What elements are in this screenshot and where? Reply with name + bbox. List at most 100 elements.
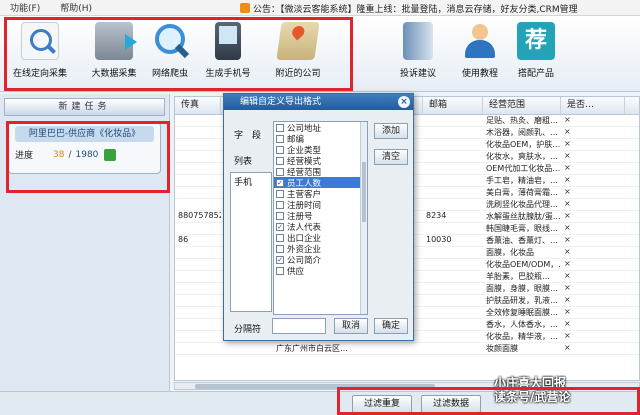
table-cell: × xyxy=(564,115,571,124)
table-cell: × xyxy=(564,163,571,172)
table-cell xyxy=(175,187,221,198)
table-cell: × xyxy=(564,307,571,316)
field-option[interactable]: 注册号 xyxy=(274,210,367,222)
table-cell xyxy=(175,259,221,270)
ok-button[interactable]: 确定 xyxy=(374,318,408,334)
table-cell: 韩国睫毛膏，眼线… xyxy=(486,224,558,233)
table-cell: 面膜，化妆品 xyxy=(486,248,534,257)
separator-label: 分隔符 xyxy=(234,325,262,335)
clear-button[interactable]: 清空 xyxy=(374,149,408,165)
checkbox[interactable] xyxy=(276,211,284,220)
table-cell: 86 xyxy=(178,235,189,244)
add-button[interactable]: 添加 xyxy=(374,123,408,139)
checkbox[interactable] xyxy=(276,200,284,209)
field-option[interactable]: ✓ 公司简介 xyxy=(274,254,367,266)
field-option[interactable]: 公司地址 xyxy=(274,122,367,134)
table-cell: × xyxy=(564,295,571,304)
table-cell xyxy=(221,343,273,354)
table-cell: 8234 xyxy=(426,211,447,220)
checkbox[interactable] xyxy=(276,156,284,165)
list-entry: 手机 xyxy=(234,178,253,188)
table-cell: × xyxy=(564,151,571,160)
table-cell: 面膜，身膜，眼膜… xyxy=(486,284,558,293)
checkbox[interactable] xyxy=(276,189,284,198)
table-cell xyxy=(423,307,483,318)
new-task-button[interactable]: 新建任务 xyxy=(4,98,165,116)
export-format-dialog: 编辑自定义导出格式 × 字 段 列表 手机 公司地址 邮编 企业类型 经营模式 经营范围… xyxy=(223,93,414,341)
table-cell xyxy=(423,151,483,162)
toolbar-feedback-button[interactable]: 投诉建议 xyxy=(384,22,452,79)
field-scrollbar[interactable] xyxy=(360,122,367,314)
field-option[interactable]: 企业类型 xyxy=(274,144,367,156)
table-cell xyxy=(175,343,221,354)
user-icon xyxy=(461,22,499,60)
table-cell xyxy=(423,115,483,126)
highlight-box xyxy=(6,121,170,193)
toolbar-label: 投诉建议 xyxy=(399,69,436,79)
export-list-box[interactable]: 手机 xyxy=(230,172,272,312)
column-header[interactable]: 是否… xyxy=(561,97,625,114)
checkbox[interactable] xyxy=(276,145,284,154)
field-option[interactable]: 经营范围 xyxy=(274,166,367,178)
table-cell: × xyxy=(564,271,571,280)
table-cell xyxy=(175,307,221,318)
checkbox[interactable]: ✓ xyxy=(276,222,284,231)
highlight-box xyxy=(337,387,640,415)
table-cell: × xyxy=(564,343,571,352)
checkbox[interactable] xyxy=(276,123,284,132)
field-option-label: 供应 xyxy=(287,266,305,277)
table-cell: 洗刷竖化妆品代理… xyxy=(486,200,558,209)
dialog-title: 编辑自定义导出格式 xyxy=(240,97,322,107)
table-cell xyxy=(175,319,221,330)
table-cell: × xyxy=(564,223,571,232)
table-cell xyxy=(423,247,483,258)
notice-text: 公告：【微淡云客能系统】隆重上线：批量登陆，消息云存储，好友分类,CRM管理 xyxy=(253,4,578,15)
scroll-thumb[interactable] xyxy=(362,162,366,222)
field-option[interactable]: ✓ 法人代表 xyxy=(274,221,367,233)
table-cell: × xyxy=(564,259,571,268)
table-cell: × xyxy=(564,283,571,292)
table-cell: 护肤品研发，乳液… xyxy=(486,296,558,305)
field-option[interactable]: ✓ 员工人数 xyxy=(274,177,367,189)
table-cell xyxy=(423,283,483,294)
field-option[interactable]: 经营模式 xyxy=(274,155,367,167)
toolbar-label: 搭配产品 xyxy=(517,69,554,79)
menu-function[interactable]: 功能(F) xyxy=(0,1,50,14)
field-option[interactable]: 注册时间 xyxy=(274,199,367,211)
checkbox[interactable] xyxy=(276,167,284,176)
table-cell: × xyxy=(564,175,571,184)
table-cell: × xyxy=(564,139,571,148)
table-cell xyxy=(175,127,221,138)
checkbox[interactable]: ✓ xyxy=(276,178,284,187)
checkbox[interactable] xyxy=(276,266,284,275)
field-option[interactable]: 外资企业 xyxy=(274,243,367,255)
table-cell xyxy=(423,187,483,198)
table-cell: 香薰油、香薰灯、… xyxy=(486,236,558,245)
announcement-icon xyxy=(240,3,250,13)
menu-help[interactable]: 帮助(H) xyxy=(50,1,102,14)
column-header[interactable]: 邮箱 xyxy=(423,97,483,114)
field-option[interactable]: 出口企业 xyxy=(274,232,367,244)
table-cell xyxy=(175,139,221,150)
table-row[interactable]: 广东广州市白云区… 妆颜面膜 × xyxy=(175,343,639,355)
table-cell xyxy=(423,331,483,342)
toolbar-recommend-button[interactable]: 荐 搭配产品 xyxy=(502,22,570,79)
checkbox[interactable] xyxy=(276,244,284,253)
checkbox[interactable]: ✓ xyxy=(276,255,284,264)
field-option[interactable]: 供应 xyxy=(274,265,367,277)
column-header[interactable]: 传真 xyxy=(175,97,221,114)
table-cell: 全效修复睡眠面膜… xyxy=(486,308,558,317)
column-header[interactable]: 经营范围 xyxy=(483,97,561,114)
field-option[interactable]: 主营客户 xyxy=(274,188,367,200)
checkbox[interactable] xyxy=(276,134,284,143)
table-cell: 木浴器，阅颜乳、… xyxy=(486,128,558,137)
table-cell: × xyxy=(564,127,571,136)
field-option[interactable]: 邮编 xyxy=(274,133,367,145)
close-icon[interactable]: × xyxy=(398,96,410,108)
field-checklist[interactable]: 公司地址 邮编 企业类型 经营模式 经营范围 ✓ 员工人数 主营客户 注册时间 注册号 ✓ 法人代表出… xyxy=(273,121,368,315)
table-cell: × xyxy=(564,211,571,220)
separator-input[interactable] xyxy=(272,318,326,334)
table-cell xyxy=(175,295,221,306)
checkbox[interactable] xyxy=(276,233,284,242)
cancel-button[interactable]: 取消 xyxy=(334,318,368,334)
